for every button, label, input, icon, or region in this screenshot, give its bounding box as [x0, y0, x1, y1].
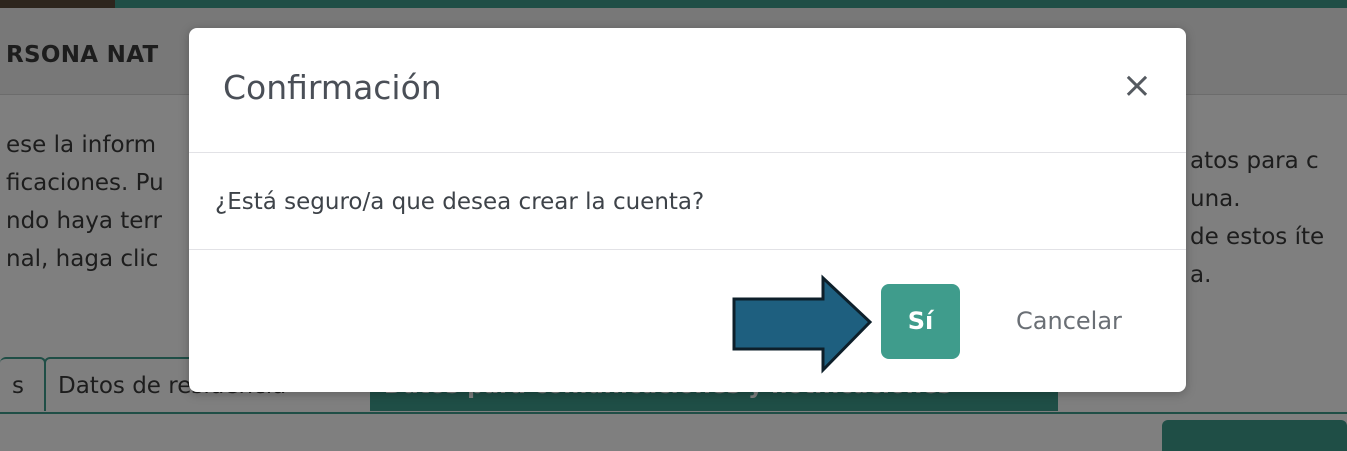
confirm-button[interactable]: Sí — [881, 284, 960, 359]
dialog-message: ¿Está seguro/a que desea crear la cuenta… — [215, 189, 705, 215]
confirmation-dialog: Confirmación × ¿Está seguro/a que desea … — [189, 28, 1186, 392]
screen: RSONA NAT ese la inform ficaciones. Pu n… — [0, 0, 1347, 451]
dialog-body: ¿Está seguro/a que desea crear la cuenta… — [189, 153, 1186, 250]
cancel-button[interactable]: Cancelar — [989, 284, 1149, 359]
dialog-header: Confirmación × — [189, 28, 1186, 153]
dialog-title: Confirmación — [223, 68, 442, 107]
close-icon[interactable]: × — [1117, 66, 1157, 106]
